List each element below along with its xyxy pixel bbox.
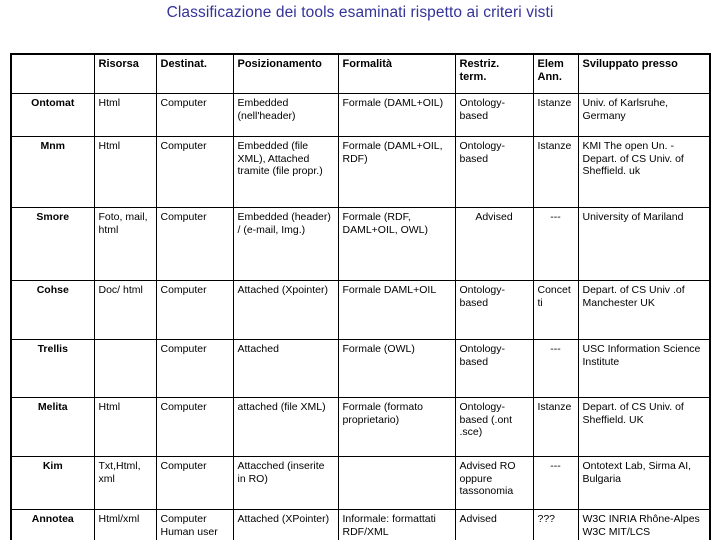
column-header-formalita: Formalità	[337, 53, 456, 94]
table-row: Smore Foto, mail, html Computer Embedded…	[10, 207, 711, 281]
cell-posizionamento: Embedded (file XML), Attached tramite (f…	[232, 136, 339, 208]
column-header-sviluppato-presso: Sviluppato presso	[577, 53, 711, 94]
slide-canvas: Classificazione dei tools esaminati risp…	[0, 0, 720, 540]
cell-tool-name: Mnm	[10, 136, 95, 208]
cell-elementi-annotati: Istanze	[532, 397, 579, 457]
cell-posizionamento: Embedded (nell'header)	[232, 93, 339, 137]
table-row: Trellis Computer Attached Formale (OWL) …	[10, 339, 711, 398]
cell-risorsa: Doc/ html	[93, 280, 157, 340]
cell-sviluppato-presso: Depart. of CS Univ. of Sheffield. UK	[577, 397, 711, 457]
table-row: Mnm Html Computer Embedded (file XML), A…	[10, 136, 711, 208]
column-header-elementi-annotati: Elem Ann.	[532, 53, 579, 94]
cell-tool-name: Annotea	[10, 509, 95, 540]
cell-destinatario: Computer	[155, 397, 234, 457]
table-row: Ontomat Html Computer Embedded (nell'hea…	[10, 93, 711, 137]
cell-formalita	[337, 456, 456, 510]
cell-formalita: Formale (formato proprietario)	[337, 397, 456, 457]
cell-destinatario: Computer	[155, 456, 234, 510]
classification-table: Risorsa Destinat. Posizionamento Formali…	[10, 53, 711, 540]
cell-tool-name: Kim	[10, 456, 95, 510]
cell-risorsa: Txt,Html, xml	[93, 456, 157, 510]
cell-risorsa: Foto, mail, html	[93, 207, 157, 281]
cell-elementi-annotati: ---	[532, 339, 579, 398]
cell-tool-name: Trellis	[10, 339, 95, 398]
cell-destinatario: Computer Human user	[155, 509, 234, 540]
table-row: Cohse Doc/ html Computer Attached (Xpoin…	[10, 280, 711, 340]
cell-elementi-annotati: Istanze	[532, 136, 579, 208]
cell-risorsa: Html	[93, 397, 157, 457]
cell-destinatario: Computer	[155, 207, 234, 281]
column-header-restrizione-terminologica: Restriz. term.	[454, 53, 534, 94]
cell-restrizione: Ontology-based	[454, 280, 534, 340]
column-header-risorsa: Risorsa	[93, 53, 157, 94]
cell-elementi-annotati: ---	[532, 456, 579, 510]
cell-tool-name: Smore	[10, 207, 95, 281]
cell-restrizione: Advised	[454, 207, 534, 281]
cell-tool-name: Ontomat	[10, 93, 95, 137]
cell-posizionamento: Attached (XPointer)	[232, 509, 339, 540]
cell-elementi-annotati: Istanze	[532, 93, 579, 137]
cell-elementi-annotati: Concetti	[532, 280, 579, 340]
cell-restrizione: Advised	[454, 509, 534, 540]
cell-destinatario: Computer	[155, 136, 234, 208]
cell-formalita: Formale DAML+OIL	[337, 280, 456, 340]
table-row: Kim Txt,Html, xml Computer Attacched (in…	[10, 456, 711, 510]
table-row: Annotea Html/xml Computer Human user Att…	[10, 509, 711, 540]
cell-risorsa	[93, 339, 157, 398]
cell-sviluppato-presso: USC Information Science Institute	[577, 339, 711, 398]
cell-sviluppato-presso: Univ. of Karlsruhe, Germany	[577, 93, 711, 137]
cell-formalita: Formale (DAML+OIL)	[337, 93, 456, 137]
cell-formalita: Formale (OWL)	[337, 339, 456, 398]
cell-sviluppato-presso: Ontotext Lab, Sirma AI, Bulgaria	[577, 456, 711, 510]
cell-risorsa: Html	[93, 93, 157, 137]
cell-elementi-annotati: ---	[532, 207, 579, 281]
cell-posizionamento: Attacched (inserite in RO)	[232, 456, 339, 510]
cell-elementi-annotati: ???	[532, 509, 579, 540]
cell-risorsa: Html/xml	[93, 509, 157, 540]
table-row: Melita Html Computer attached (file XML)…	[10, 397, 711, 457]
cell-formalita: Formale (RDF, DAML+OIL, OWL)	[337, 207, 456, 281]
column-header-posizionamento: Posizionamento	[232, 53, 339, 94]
cell-destinatario: Computer	[155, 280, 234, 340]
page-title: Classificazione dei tools esaminati risp…	[166, 4, 554, 21]
cell-formalita: Informale: formattati RDF/XML	[337, 509, 456, 540]
cell-restrizione: Ontology-based	[454, 93, 534, 137]
classification-table-container: Risorsa Destinat. Posizionamento Formali…	[10, 53, 711, 540]
cell-restrizione: Ontology-based	[454, 136, 534, 208]
cell-posizionamento: Embedded (header) / (e-mail, Img.)	[232, 207, 339, 281]
cell-restrizione: Ontology-based	[454, 339, 534, 398]
cell-formalita: Formale (DAML+OIL, RDF)	[337, 136, 456, 208]
cell-sviluppato-presso: KMI The open Un. - Depart. of CS Univ. o…	[577, 136, 711, 208]
cell-sviluppato-presso: University of Mariland	[577, 207, 711, 281]
cell-destinatario: Computer	[155, 339, 234, 398]
column-header-destinatario: Destinat.	[155, 53, 234, 94]
cell-restrizione: Advised RO oppure tassonomia	[454, 456, 534, 510]
table-header-row: Risorsa Destinat. Posizionamento Formali…	[10, 53, 711, 94]
cell-sviluppato-presso: Depart. of CS Univ .of Manchester UK	[577, 280, 711, 340]
cell-restrizione: Ontology-based (.ont .sce)	[454, 397, 534, 457]
cell-risorsa: Html	[93, 136, 157, 208]
cell-posizionamento: Attached (Xpointer)	[232, 280, 339, 340]
cell-posizionamento: attached (file XML)	[232, 397, 339, 457]
column-header-tool	[10, 53, 95, 94]
cell-tool-name: Cohse	[10, 280, 95, 340]
cell-tool-name: Melita	[10, 397, 95, 457]
cell-sviluppato-presso: W3C INRIA Rhône-Alpes W3C MIT/LCS	[577, 509, 711, 540]
cell-posizionamento: Attached	[232, 339, 339, 398]
cell-destinatario: Computer	[155, 93, 234, 137]
